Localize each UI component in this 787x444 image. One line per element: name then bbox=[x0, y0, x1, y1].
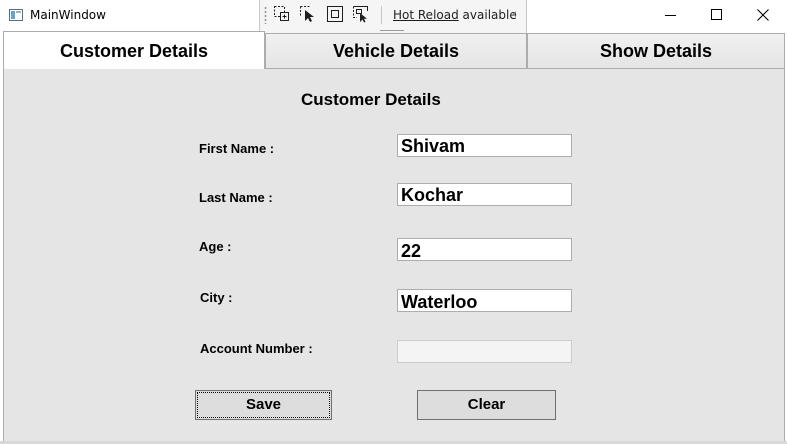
track-focus-icon[interactable] bbox=[352, 5, 370, 23]
toolbar-grip[interactable] bbox=[264, 6, 267, 24]
tab-vehicle-details[interactable]: Vehicle Details bbox=[265, 33, 527, 69]
select-element-icon[interactable] bbox=[273, 5, 291, 23]
last-name-label: Last Name : bbox=[199, 190, 273, 205]
minimize-button[interactable] bbox=[648, 0, 694, 31]
city-label: City : bbox=[200, 290, 233, 305]
city-input[interactable]: Waterloo bbox=[397, 289, 572, 312]
main-window: MainWindow Hot Reload available ‹ Custom… bbox=[0, 0, 787, 444]
tab-show-details[interactable]: Show Details bbox=[527, 33, 785, 69]
display-layout-adorners-icon[interactable] bbox=[326, 5, 344, 23]
close-icon bbox=[757, 9, 769, 21]
minimize-icon bbox=[665, 15, 676, 16]
tab-content-panel bbox=[3, 68, 785, 444]
form-heading: Customer Details bbox=[301, 90, 441, 109]
age-input[interactable]: 22 bbox=[397, 238, 572, 261]
close-button[interactable] bbox=[740, 0, 786, 31]
hot-reload-status: Hot Reload available bbox=[393, 8, 517, 22]
first-name-label: First Name : bbox=[199, 141, 275, 156]
age-label: Age : bbox=[199, 239, 232, 254]
toolbar-separator bbox=[381, 6, 382, 24]
save-button[interactable]: Save bbox=[195, 390, 332, 420]
account-number-label: Account Number : bbox=[200, 341, 313, 356]
collapse-toolbar-chevron-icon[interactable]: ‹ bbox=[512, 7, 517, 22]
pointer-select-icon[interactable] bbox=[299, 5, 317, 23]
clear-button[interactable]: Clear bbox=[417, 390, 556, 420]
first-name-input[interactable]: Shivam bbox=[397, 134, 572, 157]
account-number-input bbox=[397, 340, 572, 363]
hot-reload-link[interactable]: Hot Reload bbox=[393, 8, 459, 22]
last-name-input[interactable]: Kochar bbox=[397, 183, 572, 206]
window-app-icon bbox=[9, 9, 23, 21]
maximize-icon bbox=[711, 9, 722, 20]
window-title: MainWindow bbox=[30, 8, 106, 22]
hot-reload-state: available bbox=[462, 8, 517, 22]
maximize-button[interactable] bbox=[694, 0, 740, 31]
tab-customer-details[interactable]: Customer Details bbox=[3, 31, 265, 69]
